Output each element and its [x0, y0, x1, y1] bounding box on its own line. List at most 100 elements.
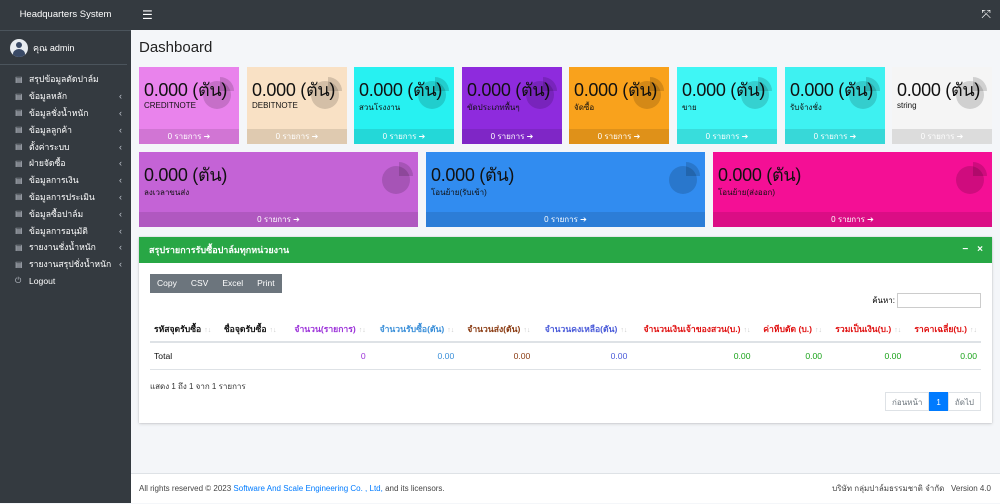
footer-company: บริษัท กลุ่มปาล์มธรรมชาติ จำกัด — [832, 484, 945, 493]
stat-footer-link[interactable]: 0 รายการ ➔ — [426, 212, 705, 227]
sidebar-item-12[interactable]: ⏻ Logout — [0, 273, 131, 290]
column-header-label: จำนวนส่ง(ตัน) — [467, 324, 521, 334]
sidebar-item-3[interactable]: ▤ ข้อมูลลูกค้า ‹ — [0, 121, 131, 138]
stat-footer-link[interactable]: 0 รายการ ➔ — [569, 129, 669, 144]
menu-toggle-icon[interactable]: ☰ — [142, 8, 153, 22]
footer-company-link[interactable]: Software And Scale Engineering Co. , Ltd… — [233, 484, 382, 493]
stat-box: 0.000 (ตัน) string 0 รายการ ➔ — [892, 67, 992, 144]
table-cell: 0.00 — [905, 342, 981, 370]
sidebar-item-6[interactable]: ▤ ข้อมูลการเงิน ‹ — [0, 172, 131, 189]
arrow-circle-right-icon: ➔ — [309, 132, 319, 141]
copy-button[interactable]: Copy — [150, 274, 184, 293]
search-box: ค้นหา: — [872, 293, 981, 308]
stat-footer-link[interactable]: 0 รายการ ➔ — [354, 129, 454, 144]
sidebar-item-8[interactable]: ▤ ข้อมูลซื้อปาล์ม ‹ — [0, 205, 131, 222]
sidebar-item-0[interactable]: ▤ สรุปข้อมูลตัดปาล์ม — [0, 71, 131, 88]
arrow-circle-right-icon: ➔ — [954, 132, 964, 141]
stat-footer-link[interactable]: 0 รายการ ➔ — [462, 129, 562, 144]
column-header[interactable]: จำนวนรับซื้อ(ตัน) ↑↓ — [369, 317, 459, 343]
search-input[interactable] — [897, 293, 981, 308]
sidebar-item-4[interactable]: ▤ ตั้งค่าระบบ ‹ — [0, 138, 131, 155]
stat-box: 0.000 (ตัน) CREDITNOTE 0 รายการ ➔ — [139, 67, 239, 144]
sidebar-item-label: สรุปข้อมูลตัดปาล์ม — [29, 74, 99, 85]
close-icon[interactable]: × — [977, 244, 983, 255]
stat-label: string — [897, 101, 917, 110]
stat-box: 0.000 (ตัน) DEBITNOTE 0 รายการ ➔ — [247, 67, 347, 144]
stat-box: 0.000 (ตัน) สวนโรงงาน 0 รายการ ➔ — [354, 67, 454, 144]
stat-footer-link[interactable]: 0 รายการ ➔ — [785, 129, 885, 144]
column-header[interactable]: จำนวนเงินเจ้าของสวน(บ.) ↑↓ — [631, 317, 755, 343]
column-header-label: จำนวนคงเหลือ(ตัน) — [544, 324, 618, 334]
excel-button[interactable]: Excel — [215, 274, 251, 293]
sidebar-item-5[interactable]: ▤ ฝ่ายจัดซื้อ ‹ — [0, 155, 131, 172]
column-header[interactable]: ชื่อจุดรับซื้อ ↑↓ — [219, 317, 285, 343]
stat-footer-label: 0 รายการ — [275, 132, 310, 141]
document-icon: ▤ — [15, 91, 23, 101]
stat-label: CREDITNOTE — [144, 101, 196, 110]
column-header[interactable]: จำนวน(รายการ) ↑↓ — [284, 317, 370, 343]
sidebar-item-7[interactable]: ▤ ข้อมูลการประเมิน ‹ — [0, 189, 131, 206]
sidebar-item-10[interactable]: ▤ รายงานชั่งน้ำหนัก ‹ — [0, 239, 131, 256]
table-cell: 0 — [284, 342, 370, 370]
arrow-circle-right-icon: ➔ — [577, 215, 587, 224]
stat-label: สวนโรงงาน — [359, 103, 401, 112]
arrow-circle-right-icon: ➔ — [631, 132, 641, 141]
next-page-button[interactable]: ถัดไป — [947, 392, 981, 411]
column-header[interactable]: จำนวนคงเหลือ(ตัน) ↑↓ — [534, 317, 632, 343]
column-header[interactable]: ค่าหีบตัด (บ.) ↑↓ — [754, 317, 827, 343]
print-button[interactable]: Print — [250, 274, 282, 293]
arrow-circle-right-icon: ➔ — [864, 215, 874, 224]
stat-footer-link[interactable]: 0 รายการ ➔ — [247, 129, 347, 144]
table-cell: 0.00 — [534, 342, 632, 370]
footer: All rights reserved © 2023 Software And … — [131, 473, 1000, 503]
prev-page-button[interactable]: ก่อนหน้า — [885, 392, 930, 411]
stat-footer-label: 0 รายการ — [257, 215, 291, 224]
page-1-button[interactable]: 1 — [929, 392, 948, 411]
stat-footer-link[interactable]: 0 รายการ ➔ — [139, 212, 418, 227]
column-header-label: จำนวนเงินเจ้าของสวน(บ.) — [643, 324, 741, 334]
sidebar-item-2[interactable]: ▤ ข้อมูลชั่งน้ำหนัก ‹ — [0, 105, 131, 122]
pie-chart-icon — [382, 162, 413, 194]
csv-button[interactable]: CSV — [183, 274, 216, 293]
collapse-icon[interactable]: − — [962, 244, 968, 255]
sidebar-item-9[interactable]: ▤ ข้อมูลการอนุมัติ ‹ — [0, 222, 131, 239]
stat-box: 0.000 (ตัน) โอนย้าย(รับเข้า) 0 รายการ ➔ — [426, 152, 705, 227]
stat-footer-link[interactable]: 0 รายการ ➔ — [713, 212, 992, 227]
document-icon: ▤ — [15, 242, 23, 252]
pagination: ก่อนหน้า 1 ถัดไป — [885, 392, 981, 411]
brand-title[interactable]: Headquarters System — [0, 0, 131, 31]
username[interactable]: คุณ admin — [33, 41, 74, 55]
sidebar-item-label: ข้อมูลการประเมิน — [29, 191, 95, 202]
sidebar-item-1[interactable]: ▤ ข้อมูลหลัก ‹ — [0, 88, 131, 105]
arrow-circle-right-icon: ➔ — [290, 215, 300, 224]
fullscreen-icon[interactable]: ⤧ — [981, 7, 991, 22]
card-title: สรุปรายการรับซื้อปาล์มทุกหน่วยงาน — [149, 245, 290, 255]
column-header[interactable]: ราคาเฉลี่ย(บ.) ↑↓ — [905, 317, 981, 343]
pie-chart-icon — [669, 162, 700, 194]
stat-footer-label: 0 รายการ — [544, 215, 578, 224]
export-buttons: Copy CSV Excel Print — [150, 274, 282, 293]
column-header-label: จำนวน(รายการ) — [294, 324, 356, 334]
sidebar-item-label: ข้อมูลการเงิน — [29, 175, 79, 186]
stat-footer-link[interactable]: 0 รายการ ➔ — [892, 129, 992, 144]
column-header-label: จำนวนรับซื้อ(ตัน) — [379, 324, 445, 334]
column-header[interactable]: รหัสจุดรับซื้อ ↑↓ — [150, 317, 220, 343]
column-header-label: ชื่อจุดรับซื้อ — [223, 324, 267, 334]
stat-footer-link[interactable]: 0 รายการ ➔ — [677, 129, 777, 144]
table-cell — [219, 342, 285, 370]
document-icon: ▤ — [15, 259, 23, 269]
column-header[interactable]: รวมเป็นเงิน(บ.) ↑↓ — [826, 317, 906, 343]
column-header[interactable]: จำนวนส่ง(ตัน) ↑↓ — [458, 317, 535, 343]
stat-footer-link[interactable]: 0 รายการ ➔ — [139, 129, 239, 144]
chevron-left-icon: ‹ — [119, 242, 122, 253]
pie-chart-icon — [526, 77, 557, 109]
stat-label: ลงเวลาขนส่ง — [144, 188, 190, 197]
top-navbar: ☰ ⤧ — [131, 0, 1000, 30]
user-panel[interactable]: คุณ admin — [0, 31, 127, 65]
stat-label: รับจ้างชั่ง — [790, 103, 822, 112]
sidebar-item-label: ข้อมูลหลัก — [29, 91, 68, 102]
sort-icon: ↑↓ — [743, 327, 751, 334]
sort-icon: ↑↓ — [523, 327, 531, 334]
stat-label: จัดซื้อ — [574, 103, 595, 112]
sidebar-item-11[interactable]: ▤ รายงานสรุปชั่งน้ำหนัก ‹ — [0, 256, 131, 273]
